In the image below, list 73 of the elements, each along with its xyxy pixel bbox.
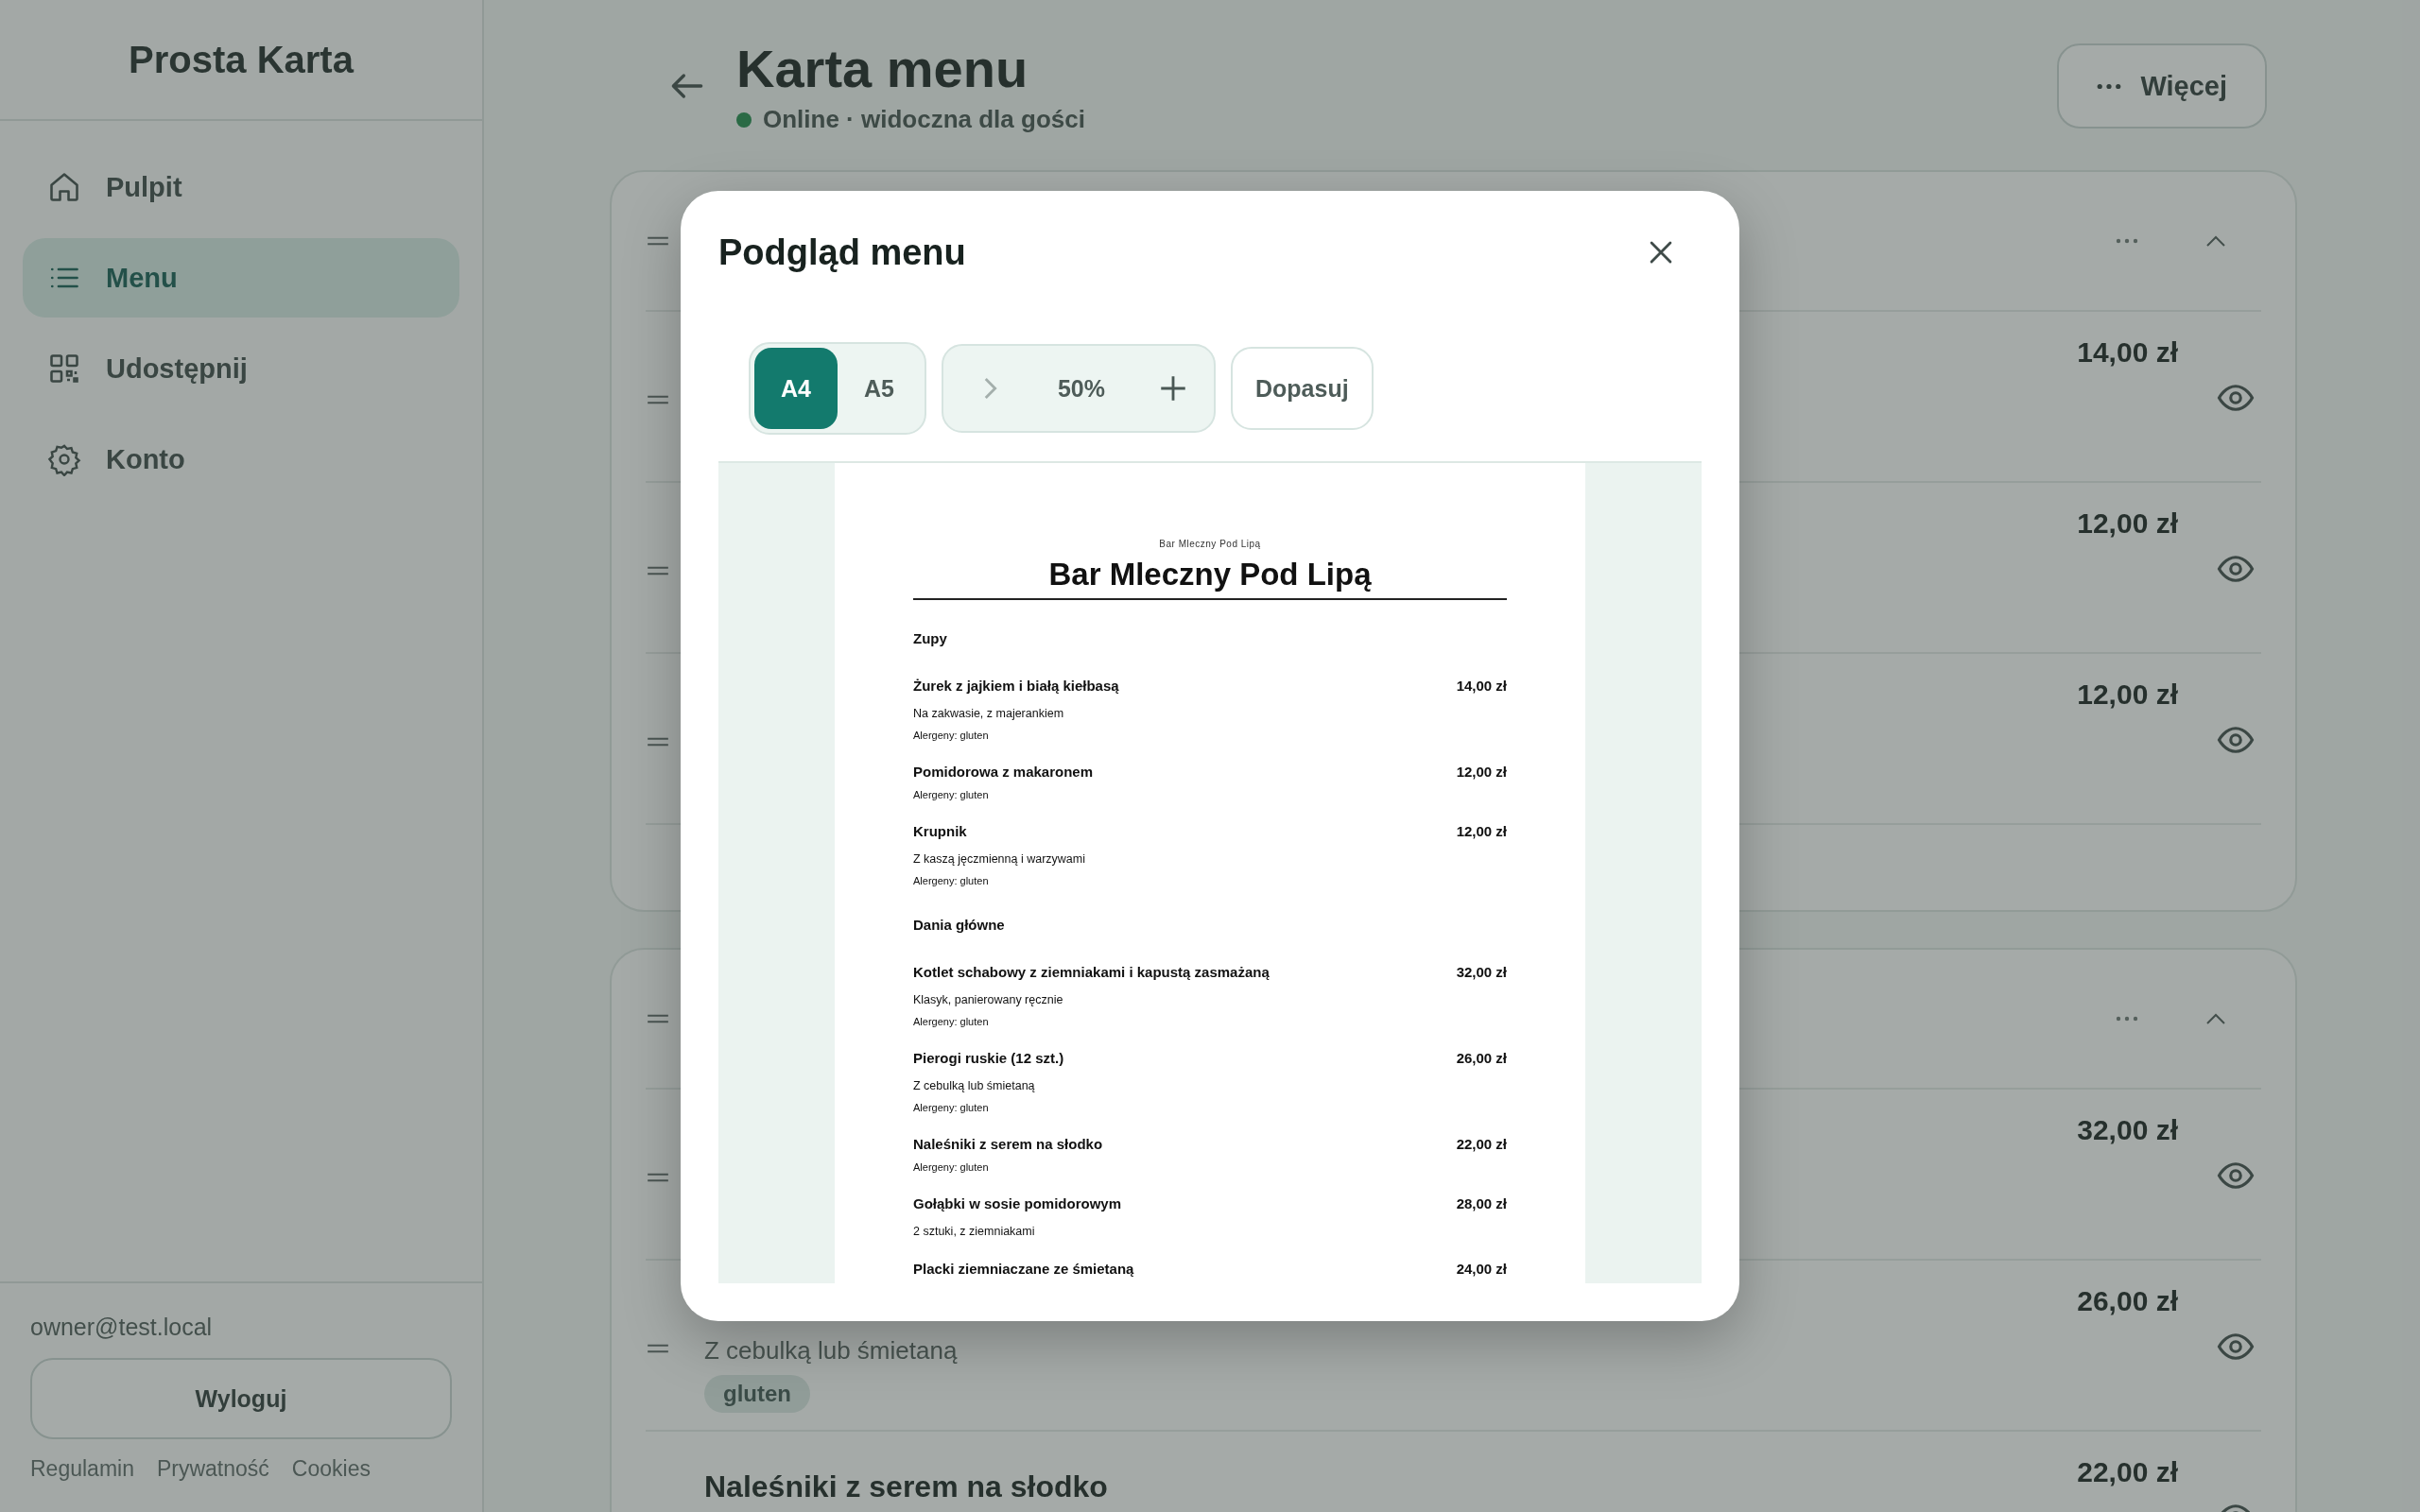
nav-item[interactable]: Konto (23, 420, 459, 499)
item-price: 12,00 zł (2077, 679, 2178, 711)
nav-item[interactable]: Menu (23, 238, 459, 318)
dish-allergens: Alergeny: gluten (913, 875, 990, 886)
item-price: 12,00 zł (2077, 507, 2178, 540)
format-option[interactable]: A5 (838, 348, 921, 429)
dish-allergens: Alergeny: gluten (913, 1161, 990, 1173)
nav-item[interactable]: Udostępnij (23, 329, 459, 408)
drag-handle-icon[interactable] (646, 735, 670, 748)
dish-price: 12,00 zł (1456, 764, 1507, 780)
dish-description: 2 sztuki, z ziemniakami (913, 1225, 1036, 1238)
dish-name: Naleśniki z serem na słodko (913, 1136, 1103, 1152)
dish-description: Na zakwasie, z majerankiem (913, 707, 1065, 720)
section-heading: Dania główne (913, 917, 1006, 933)
dish-allergens: Alergeny: gluten (913, 1016, 990, 1027)
dish-price: 12,00 zł (1456, 823, 1507, 839)
dish-name: Gołąbki w sosie pomidorowym (913, 1195, 1122, 1211)
item-price: 26,00 zł (2077, 1285, 2178, 1317)
dish-price: 24,00 zł (1456, 1261, 1507, 1277)
section-heading: Zupy (913, 630, 948, 646)
dish-name: Pierogi ruskie (12 szt.) (913, 1050, 1064, 1066)
dish-name: Kotlet schabowy z ziemniakami i kapustą zasmażaną (913, 964, 1270, 980)
item-price: 32,00 zł (2077, 1114, 2178, 1146)
dish-allergens: Alergeny: gluten (913, 789, 990, 800)
dish-name: Placki ziemniaczane ze śmietaną (913, 1261, 1134, 1277)
dish-price: 14,00 zł (1456, 678, 1507, 694)
dish-price: 26,00 zł (1456, 1050, 1507, 1066)
restaurant-name: Bar Mleczny Pod Lipą (1158, 539, 1262, 549)
item-price: 14,00 zł (2077, 336, 2178, 369)
page-title: Karta menu (736, 38, 1029, 99)
item-description: Z cebulką lub śmietaną (704, 1336, 959, 1366)
brand-title: Prosta Karta (129, 38, 354, 81)
format-option[interactable]: A4 (754, 348, 838, 429)
home-icon (47, 170, 81, 204)
drag-handle-icon[interactable] (646, 393, 670, 406)
logout-button[interactable]: Wyloguj (30, 1358, 452, 1439)
dish-price: 28,00 zł (1456, 1195, 1507, 1211)
drag-handle-icon[interactable] (646, 1171, 670, 1184)
dish-name: Żurek z jajkiem i białą kiełbasą (913, 678, 1119, 694)
settings-icon (47, 442, 81, 476)
chevron-up-icon[interactable] (2204, 1012, 2227, 1025)
more-dots-icon[interactable] (2116, 1016, 2138, 1022)
nav-item[interactable]: Pulpit (23, 147, 459, 227)
more-dots-icon[interactable] (2116, 238, 2138, 244)
dish-description: Klasyk, panierowany ręcznie (913, 993, 1064, 1006)
drag-handle-icon[interactable] (646, 1342, 670, 1355)
dish-name: Pomidorowa z makaronem (913, 764, 1094, 780)
allergen-tag: gluten (704, 1375, 810, 1413)
dish-price: 32,00 zł (1456, 964, 1507, 980)
dish-price: 22,00 zł (1456, 1136, 1507, 1152)
menu-title: Bar Mleczny Pod Lipą (913, 549, 1507, 600)
dish-allergens: Alergeny: gluten (913, 730, 990, 741)
chevron-up-icon[interactable] (2204, 234, 2227, 248)
drag-handle-icon[interactable] (646, 564, 670, 577)
dish-name: Krupnik (913, 823, 967, 839)
item-name: Naleśniki z serem na słodko (704, 1469, 1109, 1504)
more-button[interactable]: Więcej (2057, 43, 2267, 129)
more-dots-icon (2097, 82, 2122, 90)
item-price: 22,00 zł (2077, 1456, 2178, 1488)
footer-link[interactable]: Regulamin (30, 1456, 134, 1482)
drag-handle-icon[interactable] (646, 1012, 670, 1025)
dish-allergens: Alergeny: gluten (913, 1102, 990, 1113)
user-email: owner@test.local (30, 1314, 214, 1341)
dialog-title: Podgląd menu (718, 232, 966, 273)
dish-description: Z cebulką lub śmietaną (913, 1079, 1036, 1092)
drag-handle-icon[interactable] (646, 234, 670, 248)
dish-description: Z kaszą jęczmienną i warzywami (913, 852, 1086, 866)
footer-link[interactable]: Cookies (291, 1456, 371, 1482)
fit-button[interactable]: Dopasuj (1231, 347, 1374, 430)
zoom-level: 50% (1057, 374, 1105, 403)
status-text: Online · widoczna dla gości (763, 105, 1085, 134)
footer-link[interactable]: Prywatność (156, 1456, 269, 1482)
qr-code-icon (47, 352, 81, 386)
